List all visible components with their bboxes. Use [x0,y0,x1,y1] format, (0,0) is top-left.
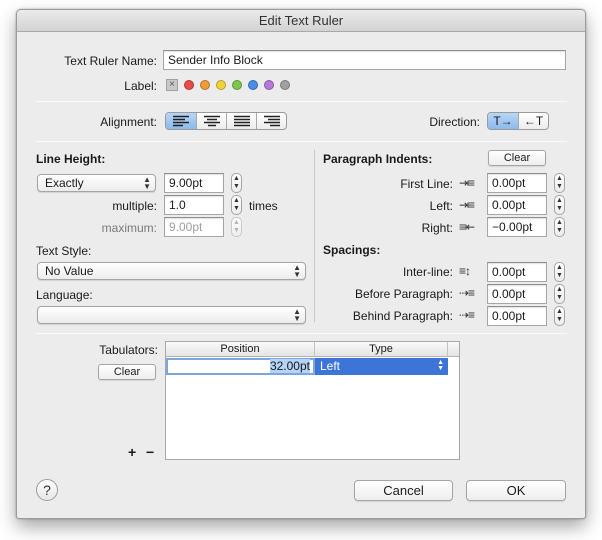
tabulators-clear-button[interactable]: Clear [98,364,156,380]
left-indent-icon: ⇥≡ [459,198,475,212]
first-line-label: First Line: [400,177,453,191]
ruler-name-label: Text Ruler Name: [64,54,157,68]
direction-rtl-icon[interactable]: ←T [518,113,548,129]
text-style-popup[interactable]: No Value ▲ ▼ [37,262,306,280]
first-line-stepper[interactable]: ▲ ▼ [554,173,565,193]
first-line-field[interactable]: 0.00pt [487,173,547,193]
popup-arrows-icon: ▲ ▼ [143,175,151,191]
label-label: Label: [124,79,157,93]
ok-button[interactable]: OK [466,480,566,501]
behind-paragraph-stepper[interactable]: ▲ ▼ [554,306,565,326]
right-indent-field[interactable]: −0.00pt [487,217,547,237]
alignment-label: Alignment: [100,115,157,129]
tab-type-cell[interactable]: Left ▲ ▼ [315,358,448,375]
tab-type-value: Left [320,359,341,373]
tabulators-label: Tabulators: [99,343,158,357]
label-color-yellow[interactable] [216,80,226,90]
line-height-heading: Line Height: [36,152,106,166]
column-separator [314,150,315,322]
text-style-label: Text Style: [36,244,92,258]
label-color-red[interactable] [184,80,194,90]
line-height-value-field[interactable]: 9.00pt [164,173,224,193]
behind-paragraph-field[interactable]: 0.00pt [487,306,547,326]
multiple-label: multiple: [112,199,157,213]
label-color-green[interactable] [232,80,242,90]
before-paragraph-stepper[interactable]: ▲ ▼ [554,284,565,304]
spacings-heading: Spacings: [323,243,381,257]
separator [35,333,567,334]
before-paragraph-field[interactable]: 0.00pt [487,284,547,304]
align-left-icon[interactable] [166,113,196,129]
right-indent-icon: ≡⇤ [459,220,475,234]
alignment-segmented-control [165,112,287,130]
left-indent-label: Left: [429,199,453,213]
language-label: Language: [36,288,93,302]
separator [35,141,567,142]
label-color-purple[interactable] [264,80,274,90]
language-popup[interactable]: ▲ ▼ [37,306,306,324]
multiple-stepper[interactable]: ▲ ▼ [231,195,242,215]
line-height-stepper[interactable]: ▲ ▼ [231,173,242,193]
add-tabulator-button[interactable]: + [128,444,136,460]
separator [35,101,567,102]
tabulators-table: Position Type 32.00pt Left ▲ ▼ [165,341,460,460]
label-color-orange[interactable] [200,80,210,90]
maximum-label: maximum: [101,221,157,235]
remove-tabulator-button[interactable]: − [146,444,154,460]
align-justify-icon[interactable] [226,113,256,129]
align-center-icon[interactable] [196,113,226,129]
before-paragraph-label: Before Paragraph: [354,287,453,301]
line-height-mode-value: Exactly [45,176,84,190]
table-header: Position Type [166,342,459,357]
paragraph-indents-heading: Paragraph Indents: [323,152,433,166]
text-style-value: No Value [45,264,94,278]
edit-text-ruler-dialog: Edit Text Ruler Text Ruler Name: Sender … [16,9,586,519]
tab-position-value: 32.00pt [269,359,310,373]
cancel-button[interactable]: Cancel [354,480,453,501]
maximum-field: 9.00pt [164,217,224,237]
right-indent-stepper[interactable]: ▲ ▼ [554,217,565,237]
indents-clear-button[interactable]: Clear [488,150,546,166]
maximum-stepper: ▲ ▼ [231,217,242,237]
times-label: times [249,199,278,213]
multiple-field[interactable]: 1.0 [164,195,224,215]
inter-line-label: Inter-line: [402,265,453,279]
popup-arrows-icon: ▲ ▼ [437,359,444,372]
first-line-indent-icon: ⇥≡ [459,176,475,190]
left-indent-stepper[interactable]: ▲ ▼ [554,195,565,215]
direction-segmented-control: T→ ←T [487,112,549,130]
label-color-gray[interactable] [280,80,290,90]
popup-arrows-icon: ▲ ▼ [293,263,301,279]
behind-paragraph-icon: ⇢≡ [459,308,475,322]
tab-position-cell[interactable]: 32.00pt [166,358,315,375]
no-label-x-icon[interactable]: × [166,79,178,91]
direction-label: Direction: [429,115,480,129]
label-color-blue[interactable] [248,80,258,90]
before-paragraph-icon: ⇢≡ [459,286,475,300]
inter-line-field[interactable]: 0.00pt [487,262,547,282]
behind-paragraph-label: Behind Paragraph: [352,309,453,323]
help-button[interactable]: ? [36,479,58,501]
inter-line-stepper[interactable]: ▲ ▼ [554,262,565,282]
align-right-icon[interactable] [256,113,286,129]
table-row[interactable]: 32.00pt Left ▲ ▼ [166,358,448,375]
popup-arrows-icon: ▲ ▼ [293,307,301,323]
window-title: Edit Text Ruler [17,10,585,32]
column-header-type[interactable]: Type [315,342,448,357]
left-indent-field[interactable]: 0.00pt [487,195,547,215]
inter-line-spacing-icon: ≡↕ [459,264,471,278]
right-indent-label: Right: [421,221,453,235]
column-header-position[interactable]: Position [166,342,315,357]
ruler-name-field[interactable]: Sender Info Block [163,50,566,70]
line-height-mode-popup[interactable]: Exactly ▲ ▼ [37,174,156,192]
direction-ltr-icon[interactable]: T→ [488,113,518,129]
